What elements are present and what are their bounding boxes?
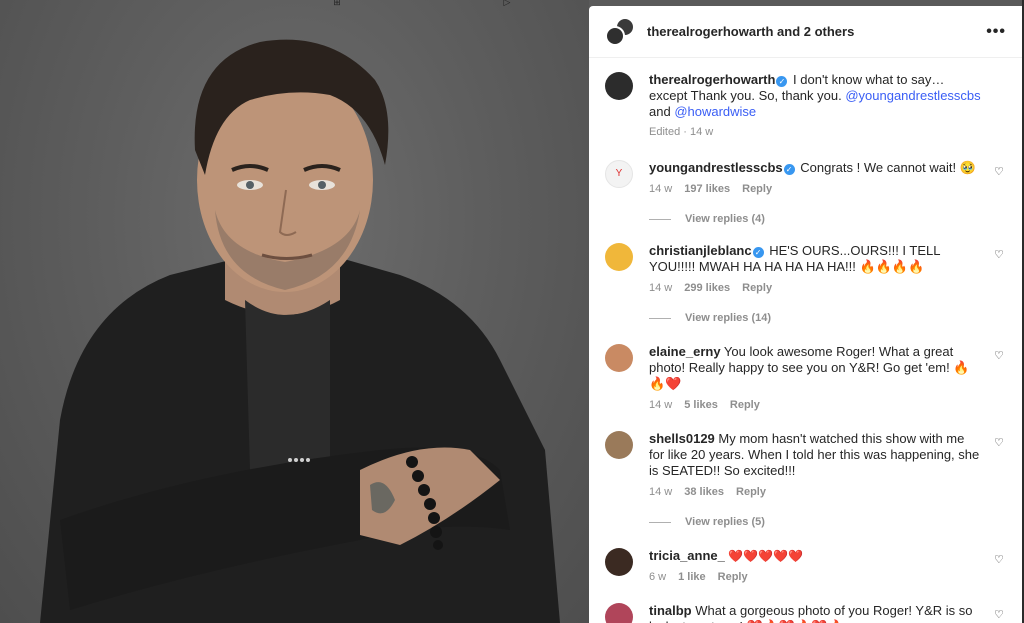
reply-button[interactable]: Reply [742,183,772,195]
comment-item: tricia_anne_ ❤️❤️❤️❤️❤️ 6 w 1 like Reply… [605,548,1006,583]
comments-list: therealrogerhowarth ✓ I don't know what t… [589,58,1022,623]
post-authors: therealrogerhowarth and 2 others [647,24,986,39]
play-icon[interactable]: ▷ [500,0,514,7]
comment-likes[interactable]: 197 likes [684,183,730,195]
reply-button[interactable]: Reply [736,486,766,498]
reply-button[interactable]: Reply [742,282,772,294]
comment-username[interactable]: youngandrestlesscbs [649,160,783,175]
reply-button[interactable]: Reply [730,399,760,411]
verified-badge-icon: ✓ [776,76,788,87]
caption-content: therealrogerhowarth ✓ I don't know what t… [649,72,1006,138]
comment-likes[interactable]: 5 likes [684,399,718,411]
reply-button[interactable]: Reply [718,571,748,583]
comment-time: 14 w [649,399,673,411]
comment-username[interactable]: elaine_erny [649,344,721,359]
heart-outline-icon[interactable]: ♡ [994,249,1006,261]
comment-meta: 14 w 5 likes Reply [649,399,982,411]
comment-likes[interactable]: 1 like [678,571,706,583]
comment-likes[interactable]: 38 likes [684,486,724,498]
comment-meta: 14 w 197 likes Reply [649,183,982,195]
avatar[interactable] [605,603,633,623]
author-username[interactable]: therealrogerhowarth [647,24,773,39]
divider [649,521,671,523]
comment-username[interactable]: tinalbp [649,603,692,618]
divider [649,218,671,220]
heart-outline-icon[interactable]: ♡ [994,437,1006,449]
post-photo: ⊞ ▷ [0,0,589,623]
comment-username[interactable]: tricia_anne_ [649,548,725,563]
author-avatars[interactable] [605,16,635,47]
mention-link[interactable]: @youngandrestlesscbs [845,88,980,103]
view-replies-button[interactable]: View replies (5) [649,516,1006,528]
view-replies-label: View replies (4) [685,213,765,225]
comment-text: What a gorgeous photo of you Roger! Y&R … [649,603,973,623]
verified-badge-icon: ✓ [783,164,795,175]
comment-item: Y youngandrestlesscbs ✓ Congrats ! We can… [605,160,1006,195]
comment-time: 14 w [649,486,673,498]
heart-outline-icon[interactable]: ♡ [994,609,1006,621]
heart-outline-icon[interactable]: ♡ [994,166,1006,178]
comment-content: youngandrestlesscbs ✓ Congrats ! We canno… [649,160,1006,195]
comment-meta: 14 w 38 likes Reply [649,486,982,498]
comment-content: tinalbp What a gorgeous photo of you Rog… [649,603,1006,623]
verified-badge-icon: ✓ [752,247,764,258]
comment-text: ❤️❤️❤️❤️❤️ [724,549,803,563]
comment-content: christianjleblanc ✓ HE'S OURS...OURS!!! I… [649,243,1006,294]
caption-timestamp: Edited · 14 w [649,126,714,138]
divider [649,317,671,319]
coauthors-text[interactable]: and 2 others [773,24,854,39]
caption-username[interactable]: therealrogerhowarth [649,72,775,87]
comment-meta: 6 w 1 like Reply [649,571,982,583]
portrait-illustration [40,39,560,623]
comment-item: christianjleblanc ✓ HE'S OURS...OURS!!! I… [605,243,1006,294]
avatar[interactable] [605,548,633,576]
heart-outline-icon[interactable]: ♡ [994,554,1006,566]
comment-time: 14 w [649,183,673,195]
view-replies-button[interactable]: View replies (4) [649,213,1006,225]
view-replies-button[interactable]: View replies (14) [649,312,1006,324]
avatar[interactable] [605,243,633,271]
comment-meta: 14 w 299 likes Reply [649,282,982,294]
mention-link[interactable]: @howardwise [674,104,756,119]
comment-item: tinalbp What a gorgeous photo of you Rog… [605,603,1006,623]
comment-likes[interactable]: 299 likes [684,282,730,294]
avatar[interactable] [605,431,633,459]
comment-content: elaine_erny You look awesome Roger! What… [649,344,1006,411]
avatar[interactable] [605,344,633,372]
heart-outline-icon[interactable]: ♡ [994,350,1006,362]
comments-panel: therealrogerhowarth and 2 others ••• the… [589,6,1022,623]
comment-text: Congrats ! We cannot wait! 🥹 [796,160,976,175]
comment-username[interactable]: shells0129 [649,431,715,446]
comment-content: shells0129 My mom hasn't watched this sh… [649,431,1006,498]
comment-time: 14 w [649,282,673,294]
caption: therealrogerhowarth ✓ I don't know what t… [605,72,1006,138]
comment-content: tricia_anne_ ❤️❤️❤️❤️❤️ 6 w 1 like Reply [649,548,1006,583]
more-options-icon[interactable]: ••• [986,23,1006,41]
comment-username[interactable]: christianjleblanc [649,243,752,258]
comment-item: elaine_erny You look awesome Roger! What… [605,344,1006,411]
caption-text: and [649,104,675,119]
view-replies-label: View replies (5) [685,516,765,528]
view-replies-label: View replies (14) [685,312,772,324]
comment-time: 6 w [649,571,667,583]
avatar[interactable]: Y [605,160,633,188]
post-header: therealrogerhowarth and 2 others ••• [589,6,1022,58]
avatar[interactable] [605,72,633,100]
grid-icon[interactable]: ⊞ [330,0,344,7]
caption-meta: Edited · 14 w [649,126,982,138]
avatar [605,25,625,46]
comment-item: shells0129 My mom hasn't watched this sh… [605,431,1006,498]
photo-top-controls: ⊞ ▷ [0,0,589,8]
